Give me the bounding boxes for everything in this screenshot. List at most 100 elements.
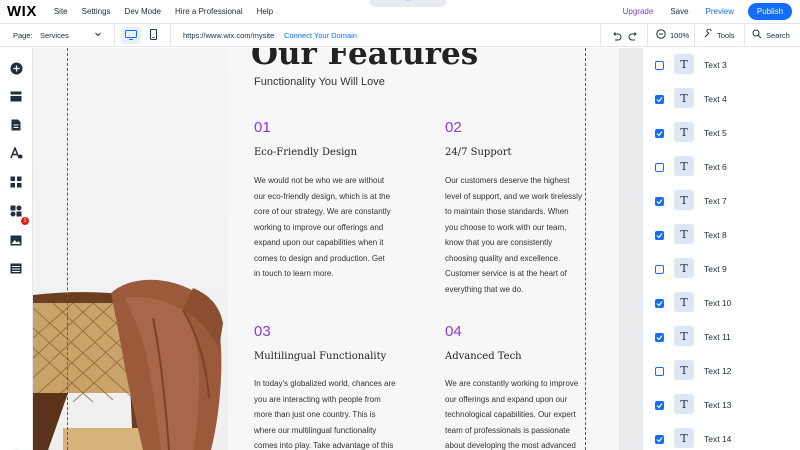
text-glyph: T bbox=[680, 227, 688, 241]
layer-checkbox[interactable] bbox=[655, 299, 664, 308]
save-button[interactable]: Save bbox=[670, 7, 688, 16]
page-select[interactable]: Services bbox=[40, 31, 69, 40]
menu-settings[interactable]: Settings bbox=[82, 7, 111, 16]
feature-body[interactable]: In today's globalized world, chances are… bbox=[254, 376, 404, 450]
sweater-chair-image[interactable] bbox=[33, 48, 228, 450]
media-icon[interactable] bbox=[9, 233, 23, 247]
features-section[interactable]: Our Features Functionality You Will Love… bbox=[228, 48, 619, 450]
layer-row[interactable]: T Text 6 bbox=[643, 151, 800, 185]
pages-icon[interactable] bbox=[9, 118, 23, 132]
undo-icon[interactable] bbox=[611, 29, 622, 47]
text-icon: T bbox=[674, 88, 694, 108]
text-glyph: T bbox=[680, 329, 688, 343]
text-icon: T bbox=[674, 428, 694, 448]
layer-row[interactable]: T Text 9 bbox=[643, 253, 800, 287]
body-line: Customer service is at the heart of bbox=[445, 269, 567, 278]
feature-number[interactable]: 04 bbox=[445, 323, 462, 340]
text-icon: T bbox=[674, 258, 694, 278]
text-glyph: T bbox=[680, 125, 688, 139]
search-label: Search bbox=[766, 30, 790, 40]
layer-row[interactable]: T Text 11 bbox=[643, 321, 800, 355]
body-line: Our customers deserve the highest bbox=[445, 176, 570, 185]
cms-icon[interactable] bbox=[9, 261, 23, 275]
layer-label: Text 5 bbox=[704, 128, 727, 138]
body-line: team of professionals is passionate bbox=[445, 425, 570, 435]
text-glyph: T bbox=[680, 193, 688, 207]
layer-row[interactable]: T Text 10 bbox=[643, 287, 800, 321]
wix-logo[interactable]: WIX bbox=[7, 3, 37, 20]
layer-row[interactable]: T Text 7 bbox=[643, 185, 800, 219]
ai-assistant-icon[interactable] bbox=[9, 443, 23, 450]
preview-button[interactable]: Preview bbox=[706, 7, 734, 16]
feature-body[interactable]: We are constantly working to improve our… bbox=[445, 376, 593, 450]
body-line: level of support, and we work tirelessly bbox=[445, 191, 582, 201]
body-line: know that you are consistently bbox=[445, 238, 553, 247]
feature-title[interactable]: Eco-Friendly Design bbox=[254, 147, 357, 158]
body-line: technological capabilities. Our expert bbox=[445, 410, 576, 419]
divider bbox=[600, 24, 601, 47]
search-button[interactable]: Search bbox=[752, 29, 790, 41]
layer-checkbox[interactable] bbox=[655, 95, 664, 104]
sections-icon[interactable] bbox=[9, 89, 23, 103]
layer-checkbox[interactable] bbox=[655, 265, 664, 274]
divider bbox=[114, 24, 115, 47]
layer-checkbox[interactable] bbox=[655, 61, 664, 70]
layer-checkbox[interactable] bbox=[655, 435, 664, 444]
layer-row[interactable]: T Text 12 bbox=[643, 355, 800, 389]
layer-checkbox[interactable] bbox=[655, 129, 664, 138]
features-heading[interactable]: Our Features bbox=[251, 48, 478, 72]
layer-checkbox[interactable] bbox=[655, 197, 664, 206]
menu-help[interactable]: Help bbox=[257, 7, 273, 16]
layer-row[interactable]: T Text 5 bbox=[643, 117, 800, 151]
layer-checkbox[interactable] bbox=[655, 401, 664, 410]
layer-label: Text 7 bbox=[704, 196, 727, 206]
feature-title[interactable]: Multilingual Functionality bbox=[254, 351, 386, 362]
upgrade-button[interactable]: Upgrade bbox=[623, 7, 654, 16]
connect-domain-link[interactable]: Connect Your Domain bbox=[284, 31, 357, 40]
publish-button[interactable]: Publish bbox=[748, 3, 792, 20]
feature-title[interactable]: 24/7 Support bbox=[445, 147, 512, 158]
menu-dev-mode[interactable]: Dev Mode bbox=[125, 7, 161, 16]
layer-checkbox[interactable] bbox=[655, 163, 664, 172]
zoom-out-icon bbox=[656, 29, 666, 41]
editor-canvas[interactable]: Our Features Functionality You Will Love… bbox=[33, 48, 642, 450]
tools-button[interactable]: Tools bbox=[703, 28, 735, 41]
body-line: more than just one country. This is bbox=[254, 410, 376, 419]
redo-icon[interactable] bbox=[628, 29, 639, 47]
feature-title[interactable]: Advanced Tech bbox=[445, 351, 522, 362]
drawer-toggle[interactable]: ⌃ bbox=[370, 0, 446, 7]
feature-number[interactable]: 03 bbox=[254, 323, 271, 340]
layer-row[interactable]: T Text 4 bbox=[643, 83, 800, 117]
layer-label: Text 6 bbox=[704, 162, 727, 172]
feature-body[interactable]: Our customers deserve the highest level … bbox=[445, 173, 593, 297]
layer-checkbox[interactable] bbox=[655, 231, 664, 240]
menu-site[interactable]: Site bbox=[54, 7, 68, 16]
body-line: choosing quality and excellence. bbox=[445, 253, 561, 263]
zoom-level: 100% bbox=[670, 30, 690, 40]
text-glyph: T bbox=[680, 57, 688, 71]
layer-checkbox[interactable] bbox=[655, 367, 664, 376]
mobile-view-button[interactable] bbox=[146, 28, 160, 43]
apps-icon[interactable] bbox=[9, 175, 23, 189]
theme-icon[interactable] bbox=[9, 146, 23, 160]
top-actions: Upgrade Save Preview Publish bbox=[623, 3, 792, 20]
add-icon[interactable] bbox=[9, 61, 23, 75]
layer-checkbox[interactable] bbox=[655, 333, 664, 342]
chevron-down-icon[interactable] bbox=[94, 30, 102, 40]
menu-hire-professional[interactable]: Hire a Professional bbox=[175, 7, 243, 16]
body-line: our offerings and expand upon our bbox=[445, 394, 568, 404]
body-line: to maintain those standards. When bbox=[445, 207, 569, 216]
layer-label: Text 3 bbox=[704, 60, 727, 70]
desktop-view-button[interactable] bbox=[121, 27, 141, 44]
zoom-control[interactable]: 100% bbox=[656, 29, 689, 41]
feature-number[interactable]: 01 bbox=[254, 119, 271, 136]
business-icon[interactable] bbox=[9, 204, 23, 218]
feature-body[interactable]: We would not be who we are without our e… bbox=[254, 173, 404, 282]
layer-row[interactable]: T Text 3 bbox=[643, 49, 800, 83]
features-subheading[interactable]: Functionality You Will Love bbox=[254, 76, 385, 88]
body-line: We are constantly working to improve bbox=[445, 379, 579, 388]
feature-number[interactable]: 02 bbox=[445, 119, 462, 136]
layer-row[interactable]: T Text 13 bbox=[643, 389, 800, 423]
layer-row[interactable]: T Text 8 bbox=[643, 219, 800, 253]
layer-row[interactable]: T Text 14 bbox=[643, 423, 800, 450]
